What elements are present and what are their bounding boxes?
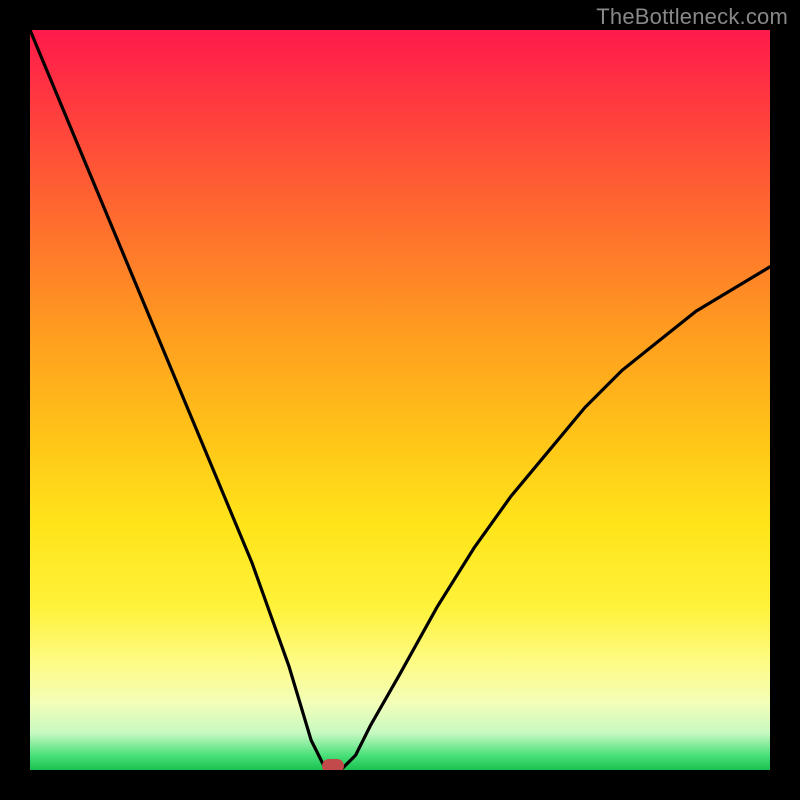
bottleneck-curve	[30, 30, 770, 770]
plot-area	[30, 30, 770, 770]
watermark-text: TheBottleneck.com	[596, 4, 788, 30]
optimal-marker	[322, 759, 344, 770]
chart-frame: TheBottleneck.com	[0, 0, 800, 800]
